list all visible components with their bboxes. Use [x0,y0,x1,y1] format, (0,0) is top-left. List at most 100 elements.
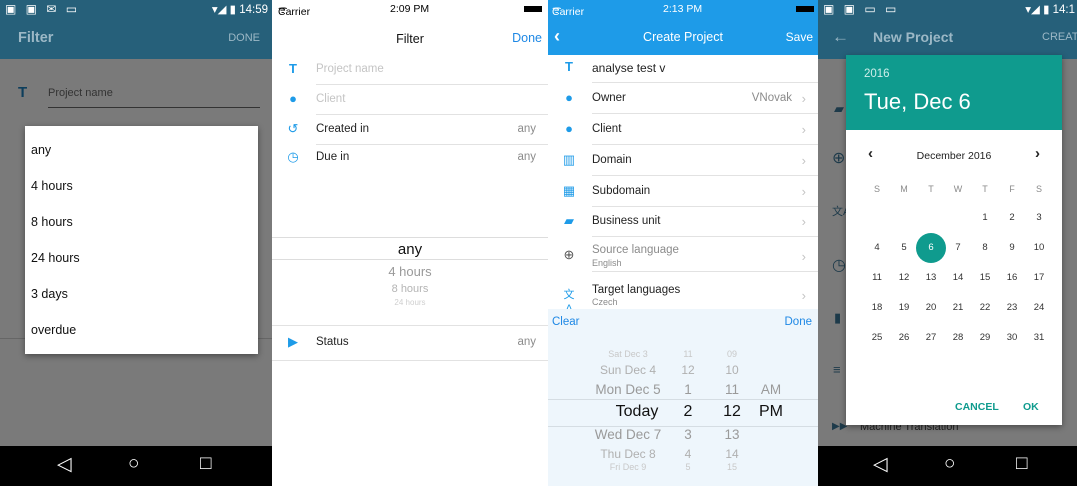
weekday-label: W [953,184,963,194]
option-overdue[interactable]: overdue [31,323,76,337]
target-languages-label: Target languages [592,284,681,296]
calendar-day[interactable]: 5 [893,237,915,259]
calendar-day[interactable]: 31 [1028,327,1050,349]
picker-item-8-hours[interactable]: 8 hours [272,283,548,295]
calendar-day[interactable]: 19 [893,297,915,319]
calendar-day[interactable]: 7 [947,237,969,259]
text-icon: T [565,59,573,74]
calendar-day[interactable]: 22 [974,297,996,319]
owner-row[interactable]: ● Owner VNovak › [548,84,818,114]
subdomain-label: Subdomain [592,185,651,197]
calendar-day[interactable]: 18 [866,297,888,319]
business-unit-label: Business unit [592,215,661,227]
calendar-day[interactable]: 4 [866,237,888,259]
calendar-day[interactable]: 21 [947,297,969,319]
date-wheel[interactable]: Sat Dec 3 Sun Dec 4 Mon Dec 5 Today Wed … [548,309,818,486]
option-8-hours[interactable]: 8 hours [31,215,73,229]
project-name-input[interactable]: Project name [48,87,113,99]
recents-icon[interactable]: □ [200,453,211,475]
cancel-button[interactable]: CANCEL [955,401,999,413]
done-button[interactable]: Done [512,31,542,45]
calendar-day[interactable]: 20 [920,297,942,319]
calendar-day[interactable]: 3 [1028,207,1050,229]
client-input[interactable]: Client [316,93,345,105]
save-button[interactable]: Save [786,30,813,44]
project-name-row[interactable]: T analyse test v [548,53,818,83]
calendar-day[interactable]: 29 [974,327,996,349]
calendar-day[interactable]: 23 [1001,297,1023,319]
weekday-label: S [873,184,880,194]
picker-item-24-hours[interactable]: 24 hours [272,298,548,307]
back-icon[interactable]: ◁ [57,453,72,476]
project-name-input[interactable]: analyse test v [592,61,665,75]
option-24-hours[interactable]: 24 hours [31,251,80,265]
globe-icon: ⊕ [563,247,575,262]
done-button[interactable]: DONE [228,32,260,44]
domain-row[interactable]: ▥ Domain › [548,146,818,176]
app-bar: Filter DONE [0,17,272,59]
option-3-days[interactable]: 3 days [31,287,68,301]
created-in-row[interactable]: ↺ Created in any [272,115,548,145]
option-any[interactable]: any [31,143,51,157]
project-name-row[interactable]: T Project name [272,55,548,85]
android-new-project-screen: ▣ ▣ ▭ ▭ ▾◢ ▮ 14:1 ← New Project CREATE ▰… [818,0,1077,486]
calendar-day[interactable]: 10 [1028,237,1050,259]
calendar-day[interactable]: 11 [866,267,888,289]
calendar-day[interactable]: 9 [1001,237,1023,259]
text-icon: T [289,61,297,76]
grid-icon: ▦ [562,183,576,198]
chevron-right-icon: › [801,153,806,168]
calendar-day[interactable]: 27 [920,327,942,349]
business-unit-row[interactable]: ▰ Business unit › [548,207,818,237]
source-language-row[interactable]: ⊕ Source language English › [548,239,818,272]
created-in-value: any [517,123,536,135]
subdomain-row[interactable]: ▦ Subdomain › [548,177,818,207]
client-row[interactable]: ● Client › [548,115,818,145]
recents-icon[interactable]: □ [1016,453,1027,475]
back-arrow-icon[interactable]: ← [832,27,849,47]
calendar-day[interactable]: 25 [866,327,888,349]
calendar-day[interactable]: 13 [920,267,942,289]
target-languages-row[interactable]: 文A Target languages Czech › [548,276,818,315]
calendar-day[interactable]: 8 [974,237,996,259]
selected-day[interactable]: 6 [916,233,946,263]
due-in-row[interactable]: ◷ Due in any [272,143,548,173]
calendar-day[interactable]: 12 [893,267,915,289]
due-picker[interactable]: any 4 hours 8 hours 24 hours [272,231,548,315]
calendar-day[interactable]: 24 [1028,297,1050,319]
picker-item-any[interactable]: any [272,241,548,258]
calendar-day[interactable]: 1 [974,207,996,229]
due-in-value: any [517,151,536,163]
status-time: 2:09 PM [390,3,430,15]
history-icon: ↺ [287,121,299,136]
nav-bar: Filter Done [272,17,548,57]
project-name-input[interactable]: Project name [316,63,384,75]
ok-button[interactable]: OK [1023,401,1039,413]
home-icon[interactable]: ○ [944,453,955,475]
calendar-day[interactable]: 26 [893,327,915,349]
calendar-day[interactable]: 15 [974,267,996,289]
text-icon: T [18,84,28,101]
briefcase-icon: ▰ [564,213,574,228]
nav-bar: Carrier ᯤ 2:13 PM ‹ Create Project Save [548,0,818,55]
calendar-day[interactable]: 16 [1001,267,1023,289]
home-icon[interactable]: ○ [128,453,139,475]
client-row[interactable]: ● Client [272,85,548,115]
weekday-label: T [982,184,988,194]
calendar-day[interactable]: 2 [1001,207,1023,229]
weekday-label: T [928,184,934,194]
back-icon[interactable]: ◁ [873,453,888,476]
calendar-day[interactable]: 30 [1001,327,1023,349]
calendar-day[interactable]: 14 [947,267,969,289]
page-title: New Project [873,29,954,45]
status-row[interactable]: ▶ Status any [272,325,548,361]
project-name-field[interactable]: T Project name [18,84,260,108]
carrier: Carrier ᯤ [552,4,585,18]
option-4-hours[interactable]: 4 hours [31,179,73,193]
target-languages-value: Czech [592,297,618,307]
calendar-day[interactable]: 17 [1028,267,1050,289]
picker-item-4-hours[interactable]: 4 hours [272,264,548,279]
due-options-dialog: any 4 hours 8 hours 24 hours 3 days over… [25,126,258,354]
calendar-day[interactable]: 28 [947,327,969,349]
create-button[interactable]: CREATE [1042,31,1077,43]
